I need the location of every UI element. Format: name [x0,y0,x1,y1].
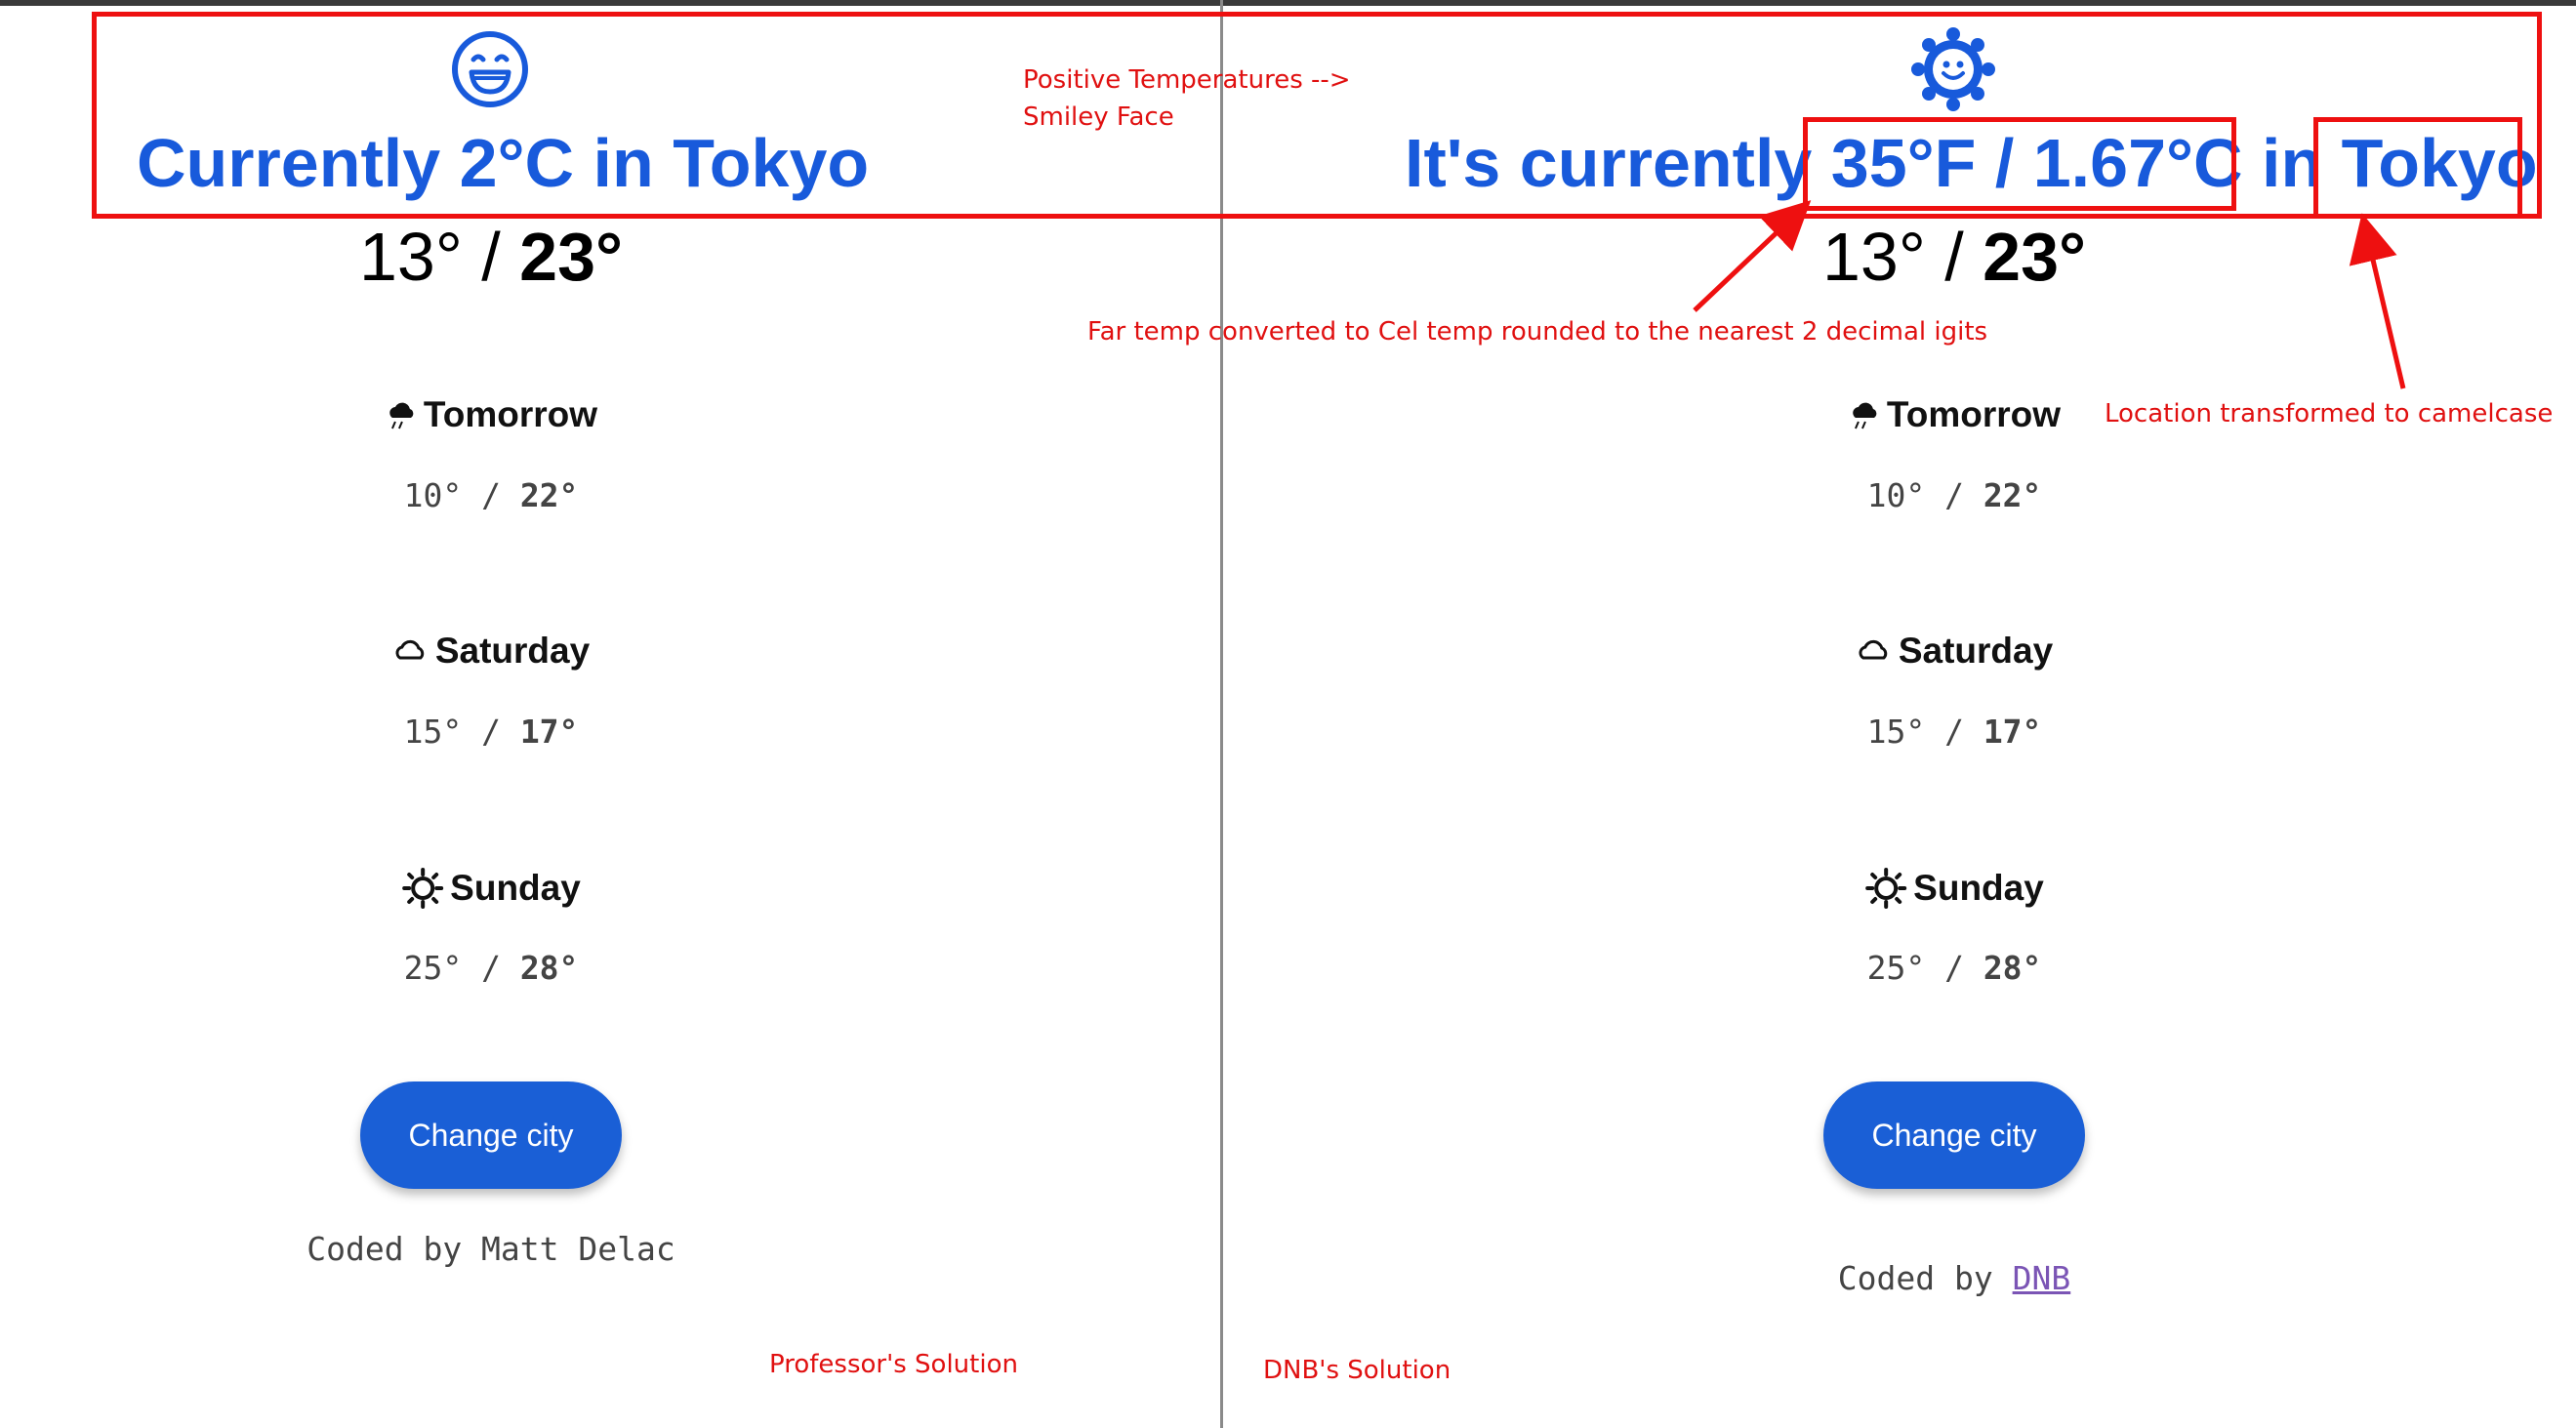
arrow-to-temperature [1693,200,1812,312]
arrow-to-city [2349,213,2406,389]
annotation-arrows [1693,200,2406,389]
